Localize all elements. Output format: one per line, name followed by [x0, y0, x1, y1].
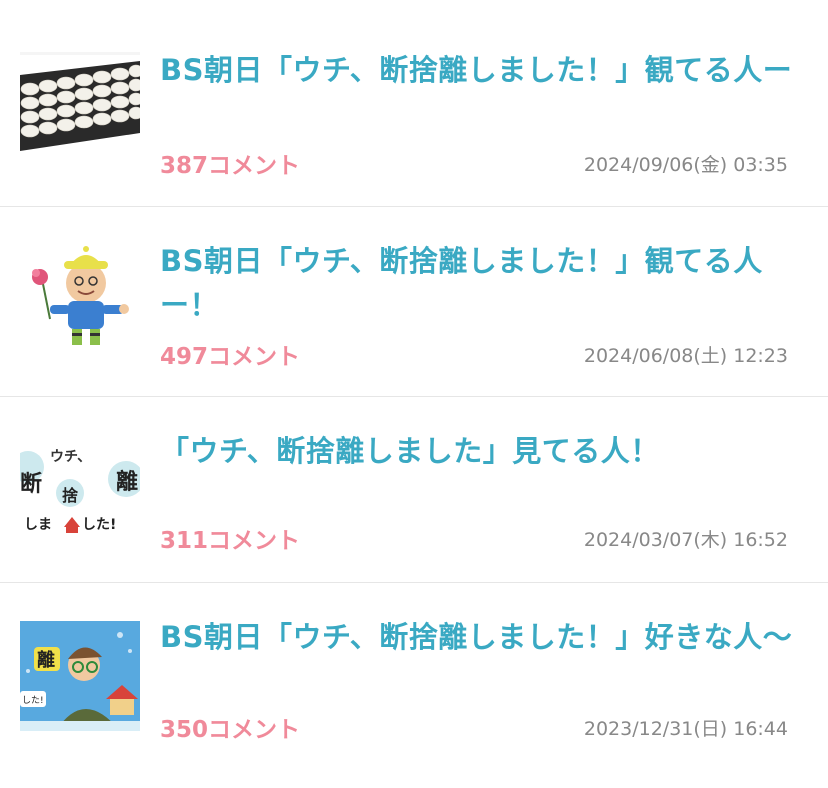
comment-count: 350コメント [160, 717, 301, 743]
comment-count: 311コメント [160, 528, 301, 554]
thread-date: 2023/12/31(日) 16:44 [583, 718, 788, 740]
thread-thumbnail[interactable] [20, 239, 140, 349]
thread-thumbnail[interactable]: 離 した! [20, 621, 140, 731]
thread-item[interactable]: BS朝日「ウチ、断捨離しました！」観てる人ー！ 497コメント 2024/06/… [0, 207, 828, 397]
thread-thumbnail[interactable] [20, 52, 140, 156]
thread-title[interactable]: BS朝日「ウチ、断捨離しました！」観てる人ー！ [160, 239, 800, 327]
svg-text:した!: した! [82, 517, 116, 533]
illustration-image: 離 した! [20, 621, 140, 731]
mascot-image [20, 239, 140, 349]
show-logo-image: ウチ、 断 捨 離 しま した! [20, 437, 140, 547]
comment-count: 387コメント [160, 153, 301, 179]
svg-text:離: 離 [116, 469, 138, 495]
thread-item[interactable]: BS朝日「ウチ、断捨離しました！」観てる人ー 387コメント 2024/09/0… [0, 0, 828, 207]
svg-text:した!: した! [22, 695, 44, 706]
svg-text:ウチ、: ウチ、 [50, 449, 91, 465]
svg-text:離: 離 [37, 649, 55, 671]
svg-text:断: 断 [20, 471, 42, 497]
comment-count: 497コメント [160, 344, 301, 370]
thread-title[interactable]: BS朝日「ウチ、断捨離しました！」好きな人〜 [160, 615, 800, 659]
thread-date: 2024/06/08(土) 12:23 [583, 345, 788, 367]
svg-text:捨: 捨 [62, 486, 79, 505]
svg-text:しま: しま [24, 517, 52, 533]
thread-item[interactable]: ウチ、 断 捨 離 しま した! 「ウチ、断捨離しました」見てる人！ 311コメ… [0, 397, 828, 583]
thread-list: BS朝日「ウチ、断捨離しました！」観てる人ー 387コメント 2024/09/0… [0, 0, 828, 788]
thread-date: 2024/03/07(木) 16:52 [583, 529, 788, 551]
thread-thumbnail[interactable]: ウチ、 断 捨 離 しま した! [20, 437, 140, 547]
thread-title[interactable]: 「ウチ、断捨離しました」見てる人！ [160, 429, 800, 473]
thread-date: 2024/09/06(金) 03:35 [583, 154, 788, 176]
dumplings-image [20, 55, 140, 156]
thread-item[interactable]: 離 した! BS朝日「ウチ、断捨離しました！」好きな人〜 350コメント 202… [0, 583, 828, 788]
thread-title[interactable]: BS朝日「ウチ、断捨離しました！」観てる人ー [160, 48, 800, 92]
